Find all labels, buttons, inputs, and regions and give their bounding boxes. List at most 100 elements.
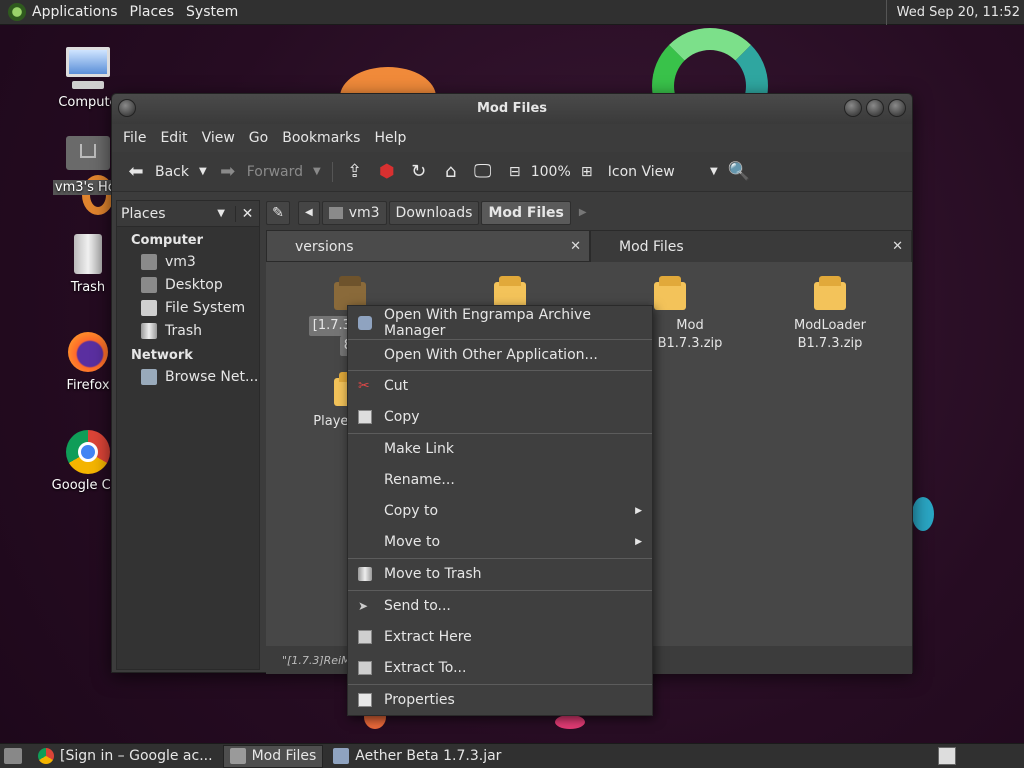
chrome-icon <box>64 428 112 476</box>
taskbar-item-aether[interactable]: Aether Beta 1.7.3.jar <box>327 745 507 768</box>
menu-item-make-link[interactable]: Make Link <box>348 434 652 464</box>
home-icon: ⌂ <box>445 160 457 182</box>
menu-item-send-to[interactable]: ➤ Send to... <box>348 591 652 621</box>
location-bar: ✎ ◀ vm3 Downloads Mod Files ▶ <box>266 200 912 226</box>
close-icon[interactable]: ✕ <box>892 231 903 263</box>
forward-history-dropdown[interactable]: ▼ <box>308 156 326 188</box>
zoom-out-button[interactable]: ⊟ <box>499 156 531 188</box>
taskbar-item-mod-files[interactable]: Mod Files <box>222 744 324 768</box>
search-button[interactable]: 🔍 <box>723 156 755 188</box>
breadcrumb-scroll-right[interactable]: ▶ <box>573 201 593 225</box>
computer-button[interactable]: 🖵 <box>467 156 499 188</box>
menu-item-label: Extract Here <box>384 629 472 645</box>
chevron-down-icon[interactable]: ▼ <box>217 208 225 219</box>
back-history-dropdown[interactable]: ▼ <box>194 156 212 188</box>
file-item[interactable]: ModLoader B1.7.3.zip <box>760 276 900 354</box>
menu-item-label: Move to Trash <box>384 566 482 582</box>
menu-item-rename[interactable]: Rename... <box>348 465 652 495</box>
breadcrumb-downloads[interactable]: Downloads <box>388 201 480 225</box>
mate-logo-icon[interactable] <box>8 3 26 21</box>
menu-go[interactable]: Go <box>242 130 275 146</box>
sidebar-header[interactable]: Places ▼ ✕ <box>117 201 259 227</box>
sidebar-item-desktop[interactable]: Desktop <box>117 273 259 296</box>
toggle-location-entry-button[interactable]: ✎ <box>266 201 290 225</box>
menu-edit[interactable]: Edit <box>153 130 194 146</box>
menu-item-cut[interactable]: ✂ Cut <box>348 371 652 401</box>
trash-icon <box>64 230 112 278</box>
sidebar-item-label: File System <box>165 299 246 316</box>
tab-mod-files[interactable]: Mod Files ✕ <box>590 230 912 262</box>
taskbar-item-label: [Sign in – Google ac... <box>60 748 213 764</box>
menu-item-move-to[interactable]: Move to ▶ <box>348 527 652 557</box>
menubar: File Edit View Go Bookmarks Help <box>112 124 912 152</box>
menu-item-open-with-engrampa[interactable]: Open With Engrampa Archive Manager <box>348 307 652 339</box>
zoom-in-button[interactable]: ⊞ <box>571 156 603 188</box>
minimize-button[interactable] <box>844 99 862 117</box>
menu-help[interactable]: Help <box>367 130 413 146</box>
menu-file[interactable]: File <box>116 130 153 146</box>
breadcrumb-scroll-left[interactable]: ◀ <box>298 201 320 225</box>
places-sidebar: Places ▼ ✕ Computer vm3 Desktop File Sys… <box>116 200 260 670</box>
up-button[interactable]: ⇪ <box>339 156 371 188</box>
breadcrumb-mod-files[interactable]: Mod Files <box>481 201 571 225</box>
clock[interactable]: Wed Sep 20, 11:52 <box>885 0 1024 25</box>
menu-item-extract-to[interactable]: Extract To... <box>348 653 652 683</box>
network-icon <box>141 368 157 385</box>
extract-icon <box>358 630 372 644</box>
computer-icon: 🖵 <box>474 160 492 182</box>
reload-button[interactable]: ↻ <box>403 156 435 188</box>
menu-item-copy[interactable]: Copy <box>348 402 652 432</box>
show-desktop-icon[interactable] <box>4 748 22 764</box>
taskbar-item-label: Aether Beta 1.7.3.jar <box>355 748 502 764</box>
context-menu: Open With Engrampa Archive Manager Open … <box>347 305 653 716</box>
file-label: Mod B1.7.3.zip <box>657 318 723 351</box>
breadcrumb-label: vm3 <box>348 205 380 221</box>
extract-icon <box>358 661 372 675</box>
menu-item-label: Cut <box>384 378 409 394</box>
archive-manager-icon <box>358 316 372 330</box>
system-menu[interactable]: System <box>180 0 244 25</box>
menu-item-move-to-trash[interactable]: Move to Trash <box>348 559 652 589</box>
menu-item-label: Move to <box>384 534 441 550</box>
chevron-left-icon: ◀ <box>305 207 313 218</box>
desktop-folder-icon <box>141 276 157 293</box>
sidebar-item-vm3[interactable]: vm3 <box>117 250 259 273</box>
toolbar-separator <box>331 161 333 182</box>
sidebar-item-browse-network[interactable]: Browse Net... <box>117 365 259 388</box>
sidebar-item-trash[interactable]: Trash <box>117 319 259 342</box>
tab-bar: versions ✕ Mod Files ✕ <box>266 230 912 262</box>
chevron-right-icon: ▶ <box>578 207 587 218</box>
window-titlebar[interactable]: Mod Files <box>112 94 912 124</box>
sidebar-item-file-system[interactable]: File System <box>117 296 259 319</box>
sidebar-header-label: Places <box>121 205 166 222</box>
stop-icon: ⬢ <box>378 160 395 182</box>
menu-item-properties[interactable]: Properties <box>348 685 652 715</box>
close-icon[interactable]: ✕ <box>570 231 581 263</box>
menu-item-label: Open With Engrampa Archive Manager <box>384 307 591 339</box>
forward-button[interactable]: ➡ Forward <box>212 156 308 188</box>
taskbar-item-chrome[interactable]: [Sign in – Google ac... <box>32 745 219 768</box>
window-menu-button[interactable] <box>118 99 136 117</box>
menu-view[interactable]: View <box>195 130 242 146</box>
menu-bookmarks[interactable]: Bookmarks <box>275 130 367 146</box>
workspace-switcher[interactable] <box>938 747 956 765</box>
menu-item-open-with-other[interactable]: Open With Other Application... <box>348 340 652 370</box>
menu-item-copy-to[interactable]: Copy to ▶ <box>348 496 652 526</box>
trash-icon <box>141 322 157 339</box>
maximize-button[interactable] <box>866 99 884 117</box>
home-button[interactable]: ⌂ <box>435 156 467 188</box>
breadcrumb-vm3[interactable]: vm3 <box>321 201 387 225</box>
drive-icon <box>141 299 157 316</box>
close-button[interactable] <box>888 99 906 117</box>
tab-versions[interactable]: versions ✕ <box>266 230 590 262</box>
applications-menu[interactable]: Applications <box>26 0 124 25</box>
package-icon <box>653 276 687 310</box>
view-mode-select[interactable]: Icon View ▼ <box>603 156 723 188</box>
back-label: Back <box>155 163 189 180</box>
close-icon[interactable]: ✕ <box>235 205 259 222</box>
menu-item-extract-here[interactable]: Extract Here <box>348 622 652 652</box>
places-menu[interactable]: Places <box>124 0 181 25</box>
properties-icon <box>358 693 372 707</box>
back-button[interactable]: ⬅ Back <box>120 156 194 188</box>
stop-button[interactable]: ⬢ <box>371 156 403 188</box>
